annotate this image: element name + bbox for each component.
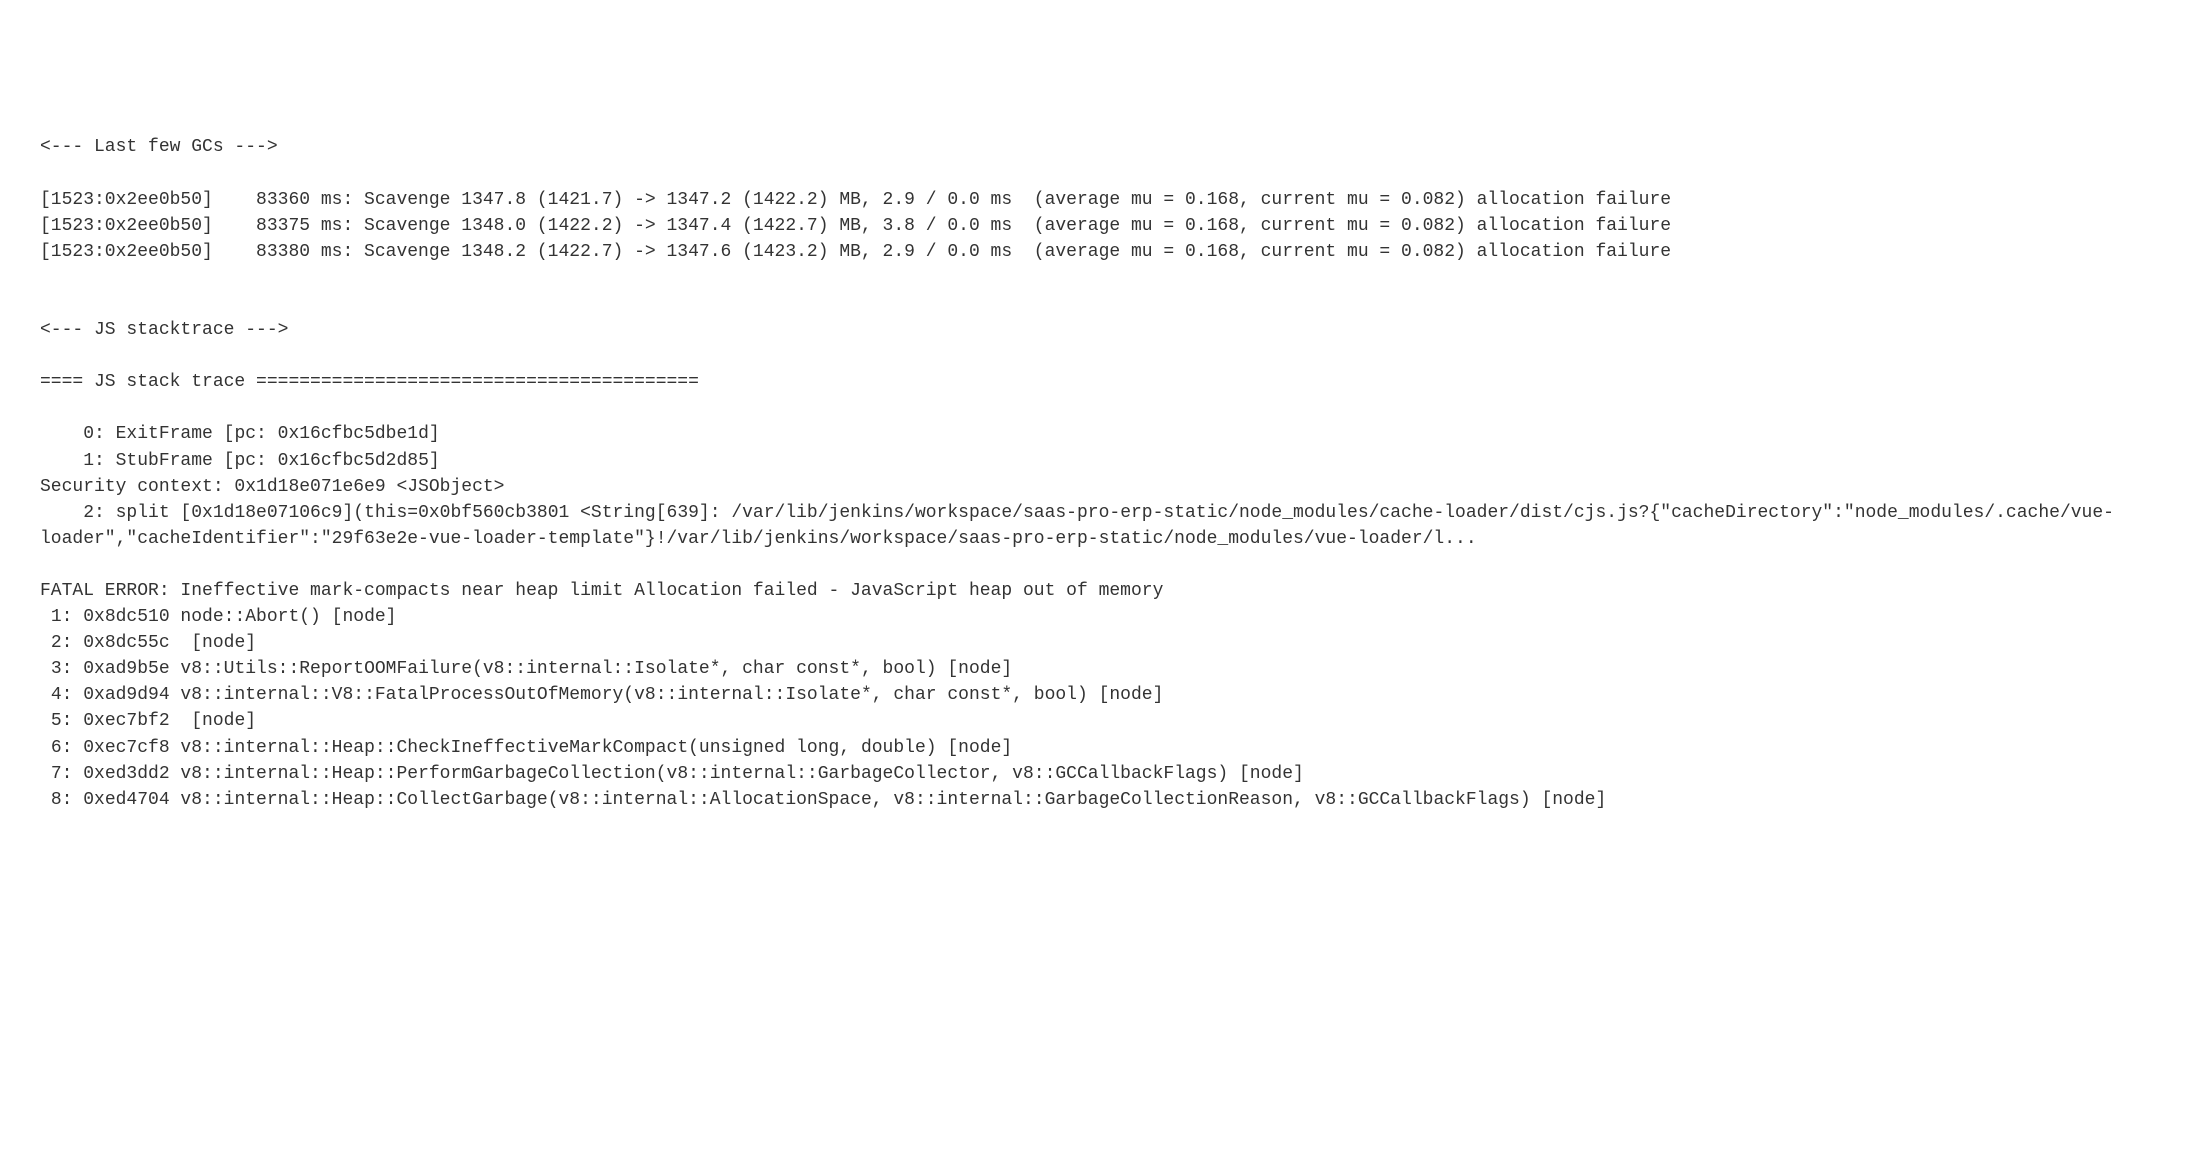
log-output: <--- Last few GCs ---> [1523:0x2ee0b50] …: [40, 134, 2148, 812]
fatal-error: FATAL ERROR: Ineffective mark-compacts n…: [40, 581, 1163, 601]
stack-frame: 2: split [0x1d18e07106c9](this=0x0bf560c…: [40, 503, 2114, 549]
native-stack-line: 1: 0x8dc510 node::Abort() [node]: [40, 607, 396, 627]
stack-trace-divider: ==== JS stack trace ====================…: [40, 372, 699, 392]
stacktrace-header: <--- JS stacktrace --->: [40, 320, 288, 340]
gc-line: [1523:0x2ee0b50] 83380 ms: Scavenge 1348…: [40, 242, 1671, 262]
native-stack-line: 3: 0xad9b5e v8::Utils::ReportOOMFailure(…: [40, 659, 1012, 679]
gc-header: <--- Last few GCs --->: [40, 137, 278, 157]
gc-line: [1523:0x2ee0b50] 83360 ms: Scavenge 1347…: [40, 190, 1671, 210]
native-stack-line: 2: 0x8dc55c [node]: [40, 633, 256, 653]
native-stack-line: 6: 0xec7cf8 v8::internal::Heap::CheckIne…: [40, 738, 1012, 758]
native-stack-line: 4: 0xad9d94 v8::internal::V8::FatalProce…: [40, 685, 1163, 705]
native-stack-line: 8: 0xed4704 v8::internal::Heap::CollectG…: [40, 790, 1606, 810]
native-stack-line: 5: 0xec7bf2 [node]: [40, 711, 256, 731]
native-stack-line: 7: 0xed3dd2 v8::internal::Heap::PerformG…: [40, 764, 1304, 784]
gc-line: [1523:0x2ee0b50] 83375 ms: Scavenge 1348…: [40, 216, 1671, 236]
stack-frame: Security context: 0x1d18e071e6e9 <JSObje…: [40, 477, 504, 497]
stack-frame: 0: ExitFrame [pc: 0x16cfbc5dbe1d]: [40, 424, 440, 444]
stack-frame: 1: StubFrame [pc: 0x16cfbc5d2d85]: [40, 451, 440, 471]
